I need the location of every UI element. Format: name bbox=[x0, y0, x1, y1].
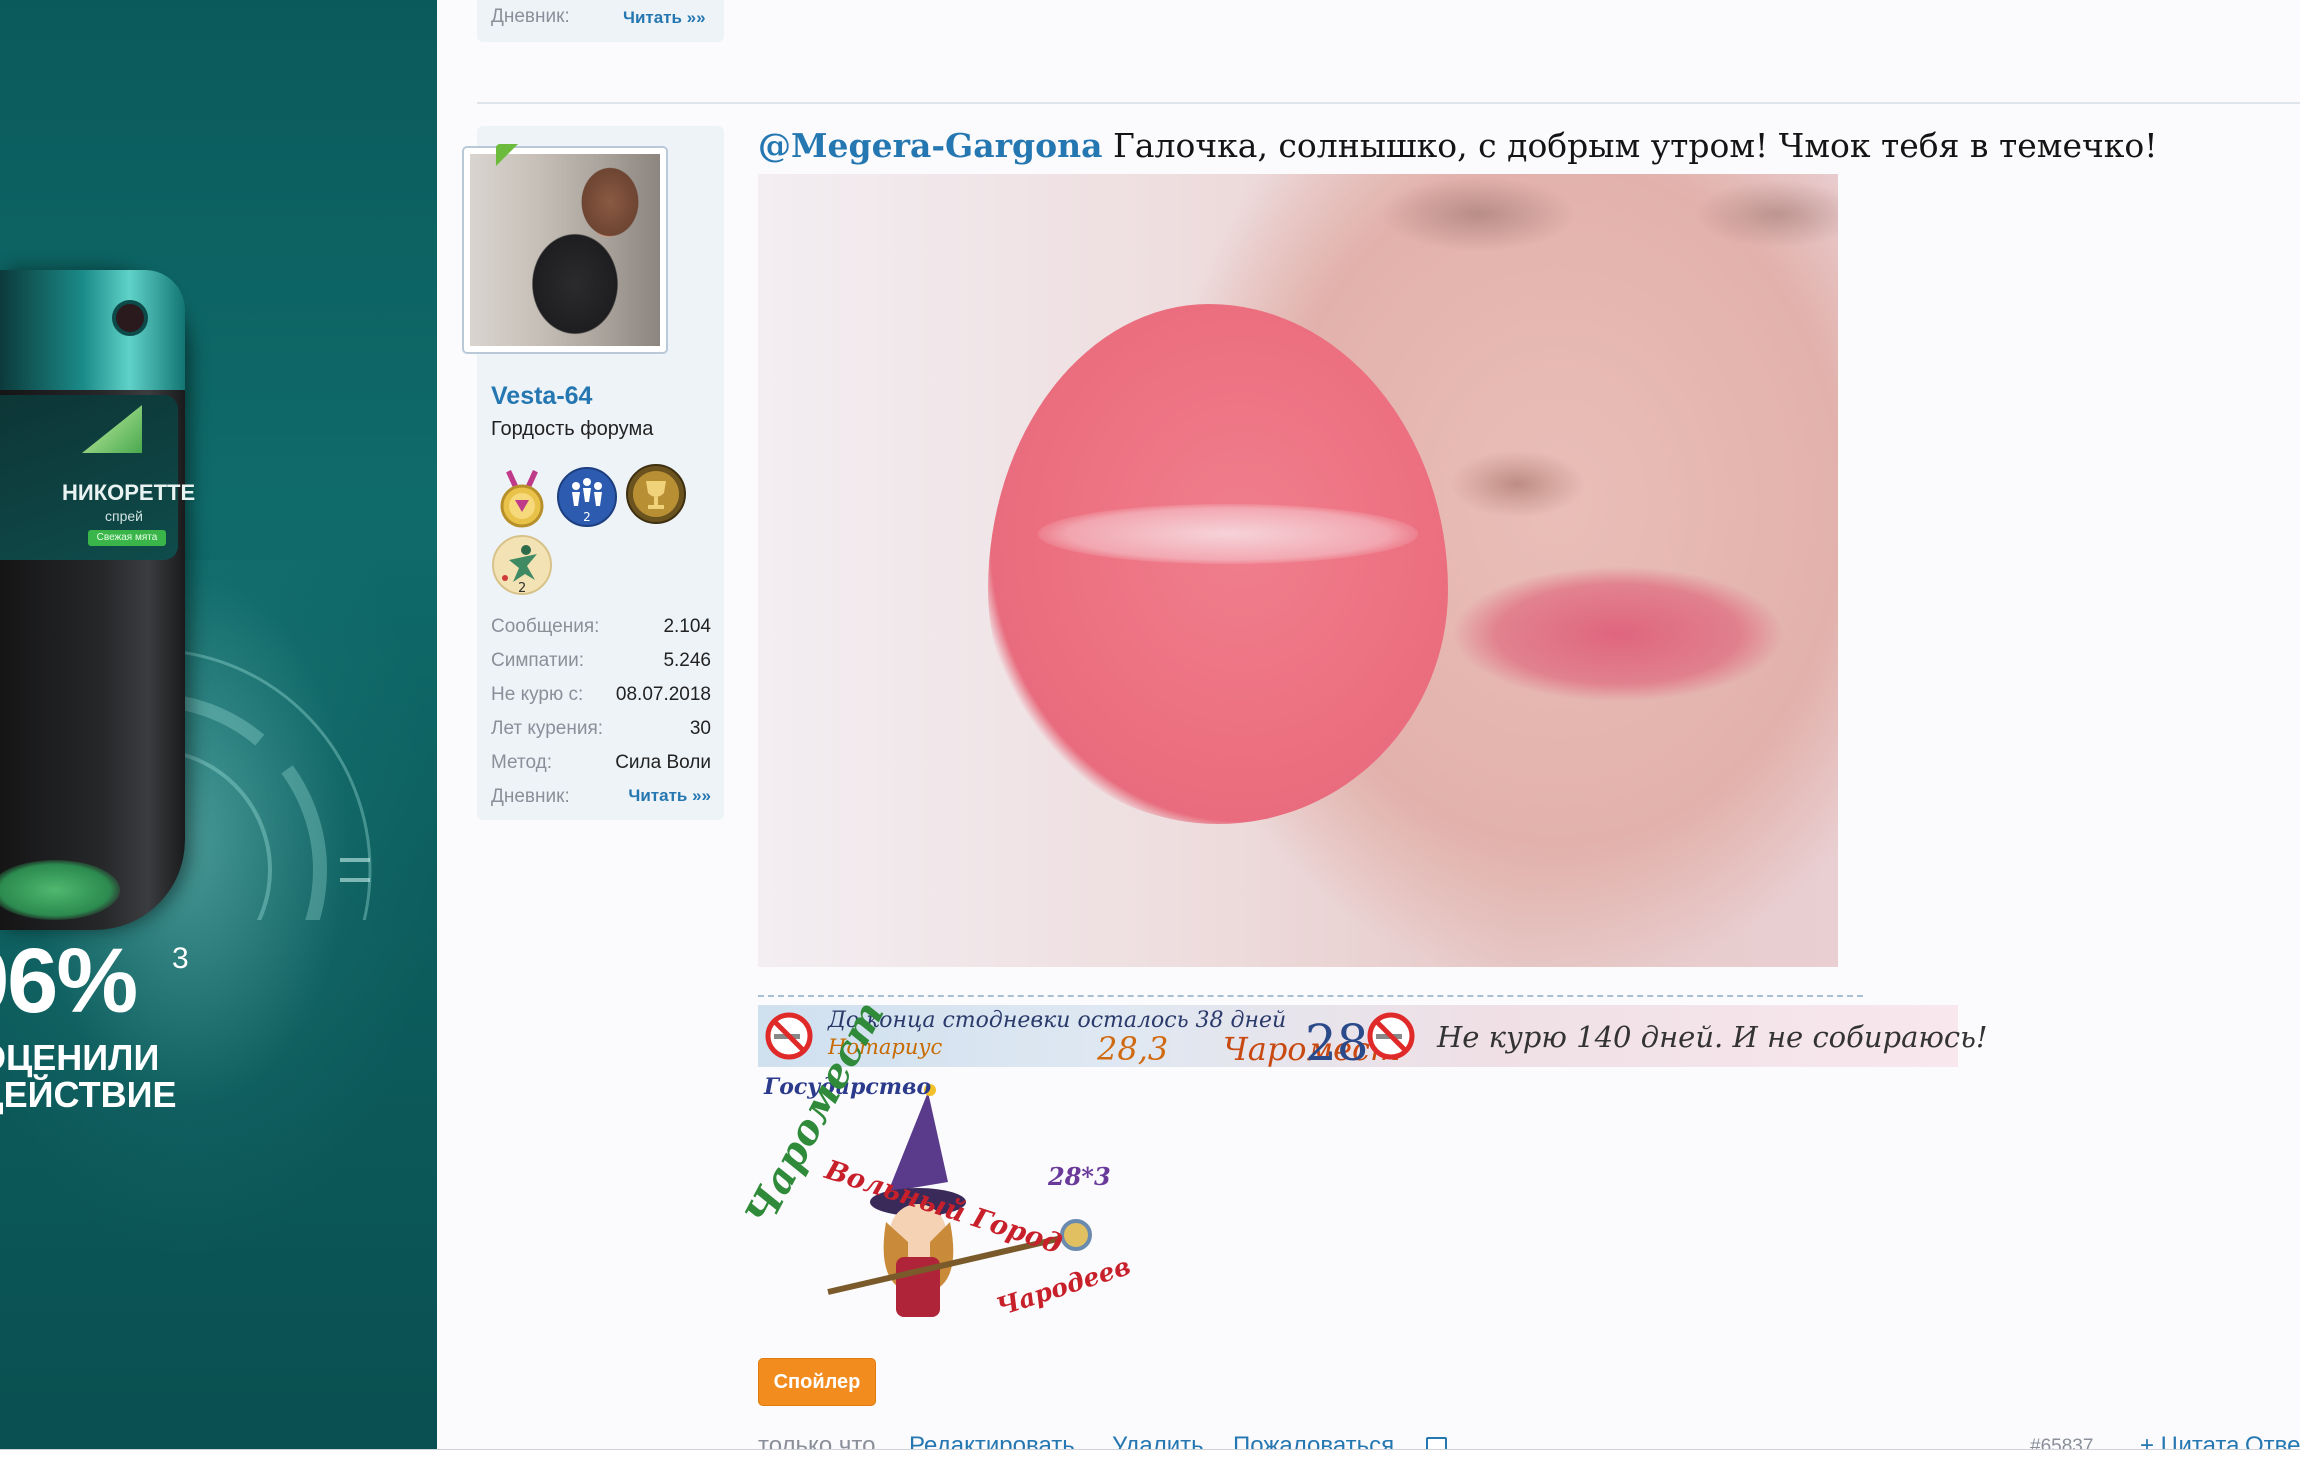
ad-brand-sub: спрей bbox=[105, 508, 143, 524]
kiss-lips bbox=[988, 304, 1448, 824]
ad-superscript: 3 bbox=[172, 942, 189, 975]
prev-profile-card: Дневник: Читать »» bbox=[477, 0, 724, 42]
ad-nozzle bbox=[112, 300, 148, 336]
prev-diary-label: Дневник: bbox=[491, 6, 570, 27]
no-smoking-icon bbox=[1367, 1012, 1415, 1060]
stat-value[interactable]: 5.246 bbox=[663, 650, 711, 672]
advertisement-banner[interactable]: НИКОРЕТТЕ спрей Свежая мята 96% 3 ОЦЕНИЛ… bbox=[0, 0, 437, 1449]
gold-medal-icon[interactable] bbox=[491, 468, 553, 530]
spoiler-button[interactable]: Спойлер bbox=[758, 1358, 876, 1406]
stat-label: Дневник: bbox=[491, 786, 570, 807]
stat-row-method: Метод: Сила Воли bbox=[491, 752, 711, 782]
diary-read-link[interactable]: Читать »» bbox=[628, 786, 711, 806]
username[interactable]: Vesta-64 bbox=[491, 382, 592, 411]
stat-label: Не курю с: bbox=[491, 684, 584, 705]
stat-row-years-smoking: Лет курения: 30 bbox=[491, 718, 711, 748]
post-text: Галочка, солнышко, с добрым утром! Чмок … bbox=[1102, 126, 2158, 165]
ad-line-1: ОЦЕНИЛИ bbox=[0, 1037, 160, 1078]
gold-cup-icon[interactable] bbox=[625, 463, 687, 525]
signature-number-2: 28 bbox=[1305, 1014, 1369, 1072]
stat-row-likes: Симпатии: 5.246 bbox=[491, 650, 711, 680]
prev-diary-link[interactable]: Читать »» bbox=[623, 8, 706, 28]
stat-value[interactable]: 2.104 bbox=[663, 616, 711, 638]
signature-divider bbox=[758, 995, 1863, 997]
avatar-frame[interactable] bbox=[462, 146, 668, 354]
stat-label: Симпатии: bbox=[491, 650, 585, 671]
window-bottom-edge bbox=[0, 1449, 2300, 1466]
stat-value: 08.07.2018 bbox=[615, 684, 711, 705]
mention-link[interactable]: @Megera-Gargona bbox=[758, 126, 1102, 165]
user-title: Гордость форума bbox=[491, 418, 654, 440]
stat-value: 30 bbox=[689, 718, 711, 739]
post-separator bbox=[477, 102, 2300, 104]
ad-brand: НИКОРЕТТЕ bbox=[62, 480, 196, 505]
no-smoking-icon bbox=[765, 1012, 813, 1060]
stat-label: Лет курения: bbox=[491, 718, 604, 739]
signature-character-badge: Государство Чаромест Вольный Город 28*3 … bbox=[736, 994, 1134, 1342]
post-kiss-image[interactable] bbox=[758, 174, 1838, 967]
signature-quote: Не курю 140 дней. И не собираюсь! bbox=[1437, 1020, 1988, 1054]
stat-row-messages: Сообщения: 2.104 bbox=[491, 616, 711, 646]
stat-row-diary: Дневник: Читать »» bbox=[491, 786, 711, 816]
group-people-icon[interactable]: 2 bbox=[556, 466, 618, 528]
ad-percent: 96% bbox=[0, 930, 138, 1032]
stat-value: Сила Воли bbox=[615, 752, 711, 773]
avatar[interactable] bbox=[470, 154, 660, 346]
signature-number-1: 28,3 bbox=[1097, 1030, 1169, 1068]
stat-label: Метод: bbox=[491, 752, 552, 773]
stat-label: Сообщения: bbox=[491, 616, 600, 637]
ad-brand-tag: Свежая мята bbox=[88, 530, 166, 546]
kiss-lips-gap bbox=[1038, 504, 1418, 564]
svg-text:2: 2 bbox=[518, 581, 526, 596]
dancer-badge-icon[interactable]: 2 bbox=[491, 534, 553, 596]
ad-spray-cap bbox=[0, 270, 185, 390]
post-message: @Megera-Gargona Галочка, солнышко, с доб… bbox=[758, 126, 2158, 165]
ad-line-2: ДЕЙСТВИЕ bbox=[0, 1074, 177, 1115]
badge-number: 28*3 bbox=[1048, 1162, 1111, 1191]
signature-countdown: До конца стодневки осталось 38 дней bbox=[828, 1008, 1287, 1033]
svg-text:2: 2 bbox=[583, 510, 591, 524]
stat-row-quit-date: Не курю с: 08.07.2018 bbox=[491, 684, 711, 714]
